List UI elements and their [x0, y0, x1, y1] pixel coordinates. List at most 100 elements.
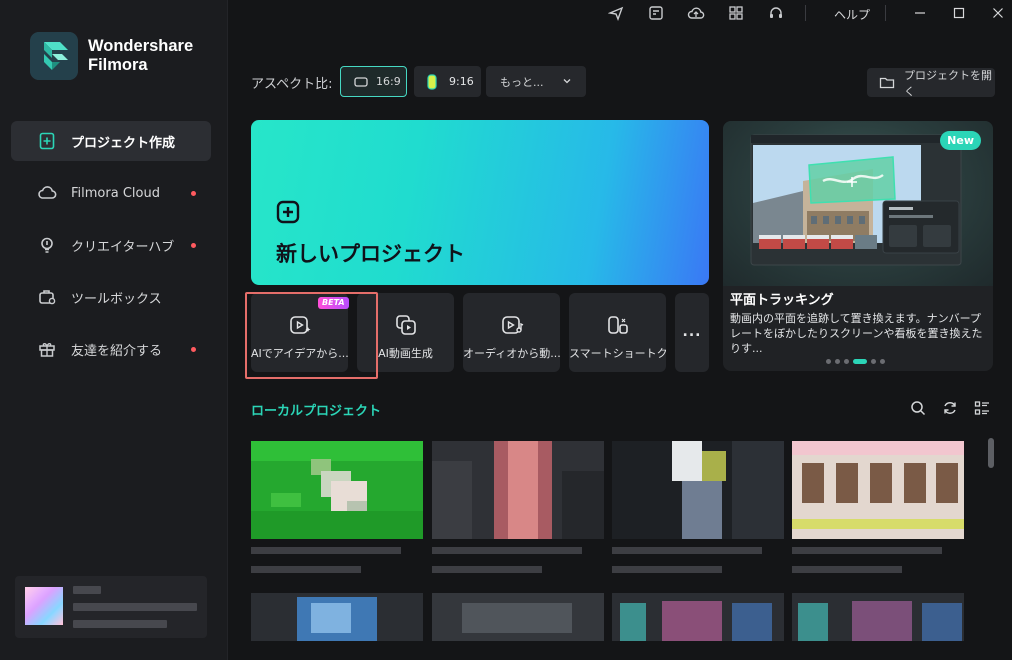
- sidebar-item-label: 友達を紹介する: [71, 343, 163, 359]
- notification-dot: [191, 243, 196, 248]
- project-name-redacted: [792, 547, 942, 554]
- minimize-icon[interactable]: [911, 4, 929, 22]
- new-project-card[interactable]: 新しいプロジェクト: [251, 120, 709, 285]
- project-thumbnail[interactable]: [251, 593, 423, 641]
- sidebar-item-label: Filmora Cloud: [71, 185, 160, 201]
- list-view-icon[interactable]: [973, 399, 991, 417]
- more-icon: ...: [682, 324, 702, 340]
- maximize-icon[interactable]: [950, 4, 968, 22]
- beta-badge: BETA: [318, 297, 349, 309]
- carousel-dot[interactable]: [880, 359, 885, 364]
- ai-idea-video-icon: [288, 313, 312, 341]
- sidebar-item-create-project[interactable]: プロジェクト作成: [11, 121, 211, 161]
- aspect-9-16-button[interactable]: 9:16: [414, 66, 481, 97]
- carousel-dot[interactable]: [835, 359, 840, 364]
- search-icon[interactable]: [909, 399, 927, 417]
- aspect-option-label: 9:16: [449, 75, 474, 88]
- project-thumbnail[interactable]: [432, 593, 604, 641]
- new-project-icon: [37, 131, 57, 151]
- filmora-logo-icon: [30, 32, 78, 80]
- notification-dot: [191, 347, 196, 352]
- sidebar-nav: プロジェクト作成 Filmora Cloud クリエイターハブ ツールボックス: [11, 121, 211, 381]
- tool-audio-to-video[interactable]: オーディオから動...: [463, 293, 560, 372]
- carousel-dot-active[interactable]: [853, 359, 867, 364]
- new-project-title: 新しいプロジェクト: [276, 242, 465, 266]
- project-name-redacted: [432, 547, 582, 554]
- carousel-dots[interactable]: [826, 359, 885, 364]
- send-icon[interactable]: [607, 4, 625, 22]
- smart-short-clip-icon: [606, 313, 630, 341]
- sidebar-item-creator-hub[interactable]: クリエイターハブ: [11, 225, 211, 265]
- aspect-ratio-label: アスペクト比:: [251, 77, 333, 92]
- feature-description: 動画内の平面を追跡して置き換えます。ナンバープレートをぼかしたりスクリーンや看板…: [730, 312, 983, 355]
- carousel-dot[interactable]: [844, 359, 849, 364]
- user-account-card[interactable]: [15, 576, 207, 638]
- tool-label: オーディオから動...: [463, 347, 560, 360]
- projects-scrollbar[interactable]: [988, 438, 994, 468]
- open-project-label: プロジェクトを開く: [904, 68, 992, 98]
- sidebar: Wondershare Filmora プロジェクト作成 Filmora Clo…: [0, 0, 228, 660]
- sidebar-item-label: クリエイターハブ: [71, 239, 175, 255]
- redacted-plan: [73, 620, 167, 628]
- feature-title: 平面トラッキング: [730, 293, 834, 308]
- open-project-button[interactable]: プロジェクトを開く: [867, 68, 995, 98]
- add-square-icon: [276, 200, 300, 228]
- brand-line-1: Wondershare: [88, 37, 194, 55]
- tool-ai-video-generation[interactable]: AI動画生成: [357, 293, 454, 372]
- feature-promo-panel[interactable]: New 平面トラッキング 動画内の平面を追跡して置き換えます。ナンバープレートを…: [723, 121, 993, 371]
- project-date-redacted: [251, 566, 361, 573]
- tool-label: スマートショートク...: [569, 347, 666, 360]
- more-tools-button[interactable]: ...: [675, 293, 709, 372]
- new-badge: New: [940, 131, 981, 150]
- project-thumbnail[interactable]: [251, 441, 423, 539]
- sidebar-item-filmora-cloud[interactable]: Filmora Cloud: [11, 173, 211, 213]
- grid-apps-icon[interactable]: [727, 4, 745, 22]
- aspect-more-label: もっと...: [500, 75, 544, 89]
- tool-label: AIでアイデアから...: [251, 347, 348, 360]
- sidebar-item-toolbox[interactable]: ツールボックス: [11, 277, 211, 317]
- carousel-dot[interactable]: [826, 359, 831, 364]
- sidebar-item-label: プロジェクト作成: [71, 135, 176, 151]
- redacted-username: [73, 586, 101, 594]
- aspect-option-label: 16:9: [376, 75, 401, 88]
- aspect-16-9-button[interactable]: 16:9: [340, 66, 407, 97]
- project-date-redacted: [612, 566, 722, 573]
- project-name-redacted: [251, 547, 401, 554]
- close-icon[interactable]: [989, 4, 1007, 22]
- project-date-redacted: [792, 566, 902, 573]
- chevron-down-icon: [562, 76, 572, 86]
- project-thumbnail[interactable]: [612, 593, 784, 641]
- cloud-upload-icon[interactable]: [687, 4, 705, 22]
- portrait-ratio-icon: [427, 73, 437, 90]
- sidebar-item-label: ツールボックス: [71, 291, 162, 307]
- media-download-icon[interactable]: [647, 4, 665, 22]
- headset-support-icon[interactable]: [767, 4, 785, 22]
- titlebar-separator: [885, 5, 886, 21]
- carousel-dot[interactable]: [871, 359, 876, 364]
- aspect-more-dropdown[interactable]: もっと...: [486, 66, 586, 97]
- project-thumbnail[interactable]: [612, 441, 784, 539]
- tool-smart-short-clip[interactable]: スマートショートク...: [569, 293, 666, 372]
- audio-to-video-icon: [500, 313, 524, 341]
- sidebar-item-refer-friend[interactable]: 友達を紹介する: [11, 329, 211, 369]
- landscape-ratio-icon: [354, 76, 368, 87]
- avatar: [25, 587, 63, 625]
- notification-dot: [191, 191, 196, 196]
- project-thumbnail[interactable]: [792, 441, 964, 539]
- titlebar-separator: [805, 5, 806, 21]
- project-thumbnail[interactable]: [432, 441, 604, 539]
- brand-line-2: Filmora: [88, 56, 148, 74]
- project-date-redacted: [432, 566, 542, 573]
- tool-label: AI動画生成: [378, 347, 433, 360]
- brand-name: Wondershare Filmora: [88, 37, 193, 75]
- gift-icon: [37, 339, 57, 359]
- ai-video-generate-icon: [394, 313, 418, 341]
- local-projects-title: ローカルプロジェクト: [251, 404, 382, 419]
- cloud-icon: [37, 183, 57, 203]
- redacted-email: [73, 603, 197, 611]
- refresh-icon[interactable]: [941, 399, 959, 417]
- project-thumbnail[interactable]: [792, 593, 964, 641]
- help-menu[interactable]: ヘルプ: [834, 6, 870, 23]
- folder-icon: [879, 76, 895, 89]
- toolbox-icon: [37, 287, 57, 307]
